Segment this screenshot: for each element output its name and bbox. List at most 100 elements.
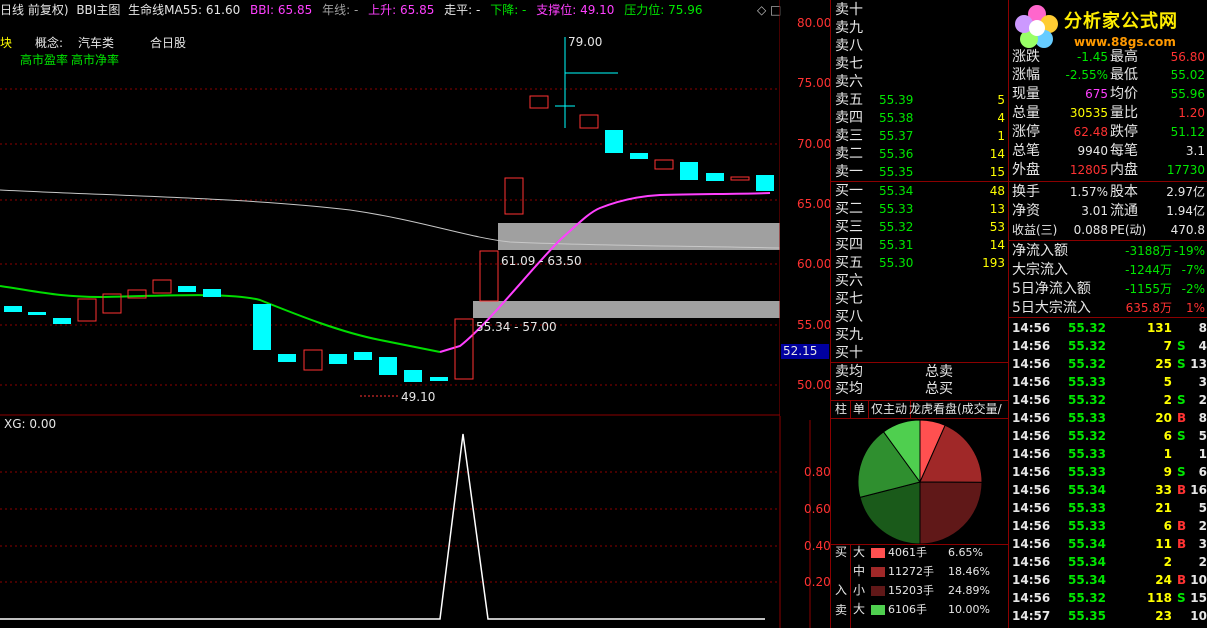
quote-label: 现量: [1012, 86, 1040, 102]
sell-level-row[interactable]: 卖六: [835, 73, 1005, 91]
tick-time: 14:56: [1012, 465, 1051, 479]
buy-level-row[interactable]: 买七: [835, 290, 1005, 308]
y-tick: 60.00: [797, 257, 832, 271]
sell-level-row[interactable]: 卖一 55.35 15: [835, 163, 1005, 181]
tick-time: 14:56: [1012, 555, 1051, 569]
buy-level-row[interactable]: 买六: [835, 272, 1005, 290]
tick-count: 3: [1198, 537, 1207, 551]
flow-label: 大宗流入: [1012, 262, 1068, 278]
tick-time: 14:56: [1012, 429, 1051, 443]
quote-value: 30535: [1069, 106, 1108, 120]
sell-level-row[interactable]: 卖八: [835, 37, 1005, 55]
tick-price: 55.33: [1068, 519, 1106, 533]
buy-level-row[interactable]: 买四 55.31 14: [835, 236, 1005, 254]
buy-level-row[interactable]: 买八: [835, 308, 1005, 326]
sell-level-label: 卖七: [835, 56, 863, 72]
buy-level-row[interactable]: 买二 55.33 13: [835, 200, 1005, 218]
current-price-tag: 52.15: [781, 344, 829, 359]
flow-value: -3188万: [1125, 244, 1172, 258]
quote-value: 62.48: [1073, 125, 1108, 139]
quote-value: 675: [1085, 87, 1108, 101]
flow-pct: 24.89%: [948, 584, 990, 597]
sell-level-row[interactable]: 卖五 55.39 5: [835, 91, 1005, 109]
y-tick: 75.00: [797, 76, 832, 90]
buy-level-row[interactable]: 买三 55.32 53: [835, 218, 1005, 236]
sell-level-volume: 15: [989, 165, 1005, 179]
tick-count: 10: [1190, 573, 1207, 587]
tick-time: 14:56: [1012, 537, 1051, 551]
buy-level-price: 55.31: [879, 238, 914, 252]
flow-label: 净流入额: [1012, 243, 1068, 259]
tick-count: 4: [1198, 339, 1207, 353]
tick-price: 55.34: [1068, 537, 1106, 551]
buy-level-label: 买一: [835, 183, 863, 199]
buy-level-label: 买二: [835, 201, 863, 217]
sell-level-label: 卖四: [835, 110, 863, 126]
sell-level-row[interactable]: 卖九: [835, 19, 1005, 37]
tick-count: 1: [1198, 447, 1207, 461]
tick-side: S: [1177, 357, 1186, 371]
sell-level-row[interactable]: 卖三 55.37 1: [835, 127, 1005, 145]
buy-level-label: 买五: [835, 255, 863, 271]
sell-level-label: 卖二: [835, 146, 863, 162]
tick-count: 16: [1190, 483, 1207, 497]
tick-count: 2: [1198, 393, 1207, 407]
quote-value: 1.94亿: [1166, 204, 1205, 218]
quote-label: 外盘: [1012, 162, 1040, 178]
tick-volume: 21: [1155, 501, 1172, 515]
quote-value: 2.97亿: [1166, 185, 1205, 199]
buy-level-row[interactable]: 买五 55.30 193: [835, 254, 1005, 272]
tick-row: 14:56 55.33 5 3: [1012, 373, 1207, 391]
tick-row: 14:56 55.33 9 S 6: [1012, 463, 1207, 481]
sell-level-label: 卖八: [835, 38, 863, 54]
tick-volume: 33: [1155, 483, 1172, 497]
tick-price: 55.32: [1068, 339, 1106, 353]
tick-count: 5: [1198, 429, 1207, 443]
tick-time: 14:56: [1012, 501, 1051, 515]
flow-value: -1155万: [1125, 282, 1172, 296]
sub-y-tick: 0.40: [804, 539, 831, 553]
sell-level-label: 卖六: [835, 74, 863, 90]
sub-y-tick: 0.80: [804, 465, 831, 479]
quote-label: 每笔: [1110, 143, 1138, 159]
flow-pct: 1%: [1185, 301, 1205, 315]
sell-level-price: 55.38: [879, 111, 914, 125]
buy-level-label: 买四: [835, 237, 863, 253]
sell-level-volume: 5: [997, 93, 1005, 107]
tab-dragon-tiger[interactable]: 龙虎看盘(成交量/形: [906, 401, 1008, 433]
sell-level-row[interactable]: 卖七: [835, 55, 1005, 73]
y-tick: 70.00: [797, 137, 832, 151]
tick-price: 55.33: [1068, 375, 1106, 389]
quote-label: 收益(三): [1012, 223, 1058, 237]
tick-price: 55.34: [1068, 573, 1106, 587]
tab-single[interactable]: 单: [850, 401, 870, 418]
sell-level-label: 卖三: [835, 128, 863, 144]
flow-pct: 6.65%: [948, 546, 983, 559]
sell-side-label: 卖: [835, 603, 848, 617]
logo-banner: 分析家公式网 www.88gs.com: [1010, 0, 1207, 54]
tick-side: B: [1177, 411, 1187, 425]
buy-level-row[interactable]: 买九: [835, 326, 1005, 344]
buy-level-row[interactable]: 买十: [835, 344, 1005, 362]
tick-side: S: [1177, 591, 1186, 605]
tick-row: 14:56 55.32 131 8: [1012, 319, 1207, 337]
sub-y-tick: 0.60: [804, 502, 831, 516]
tab-active-only[interactable]: 仅主动: [868, 401, 912, 418]
sell-level-row[interactable]: 卖二 55.36 14: [835, 145, 1005, 163]
sell-level-row[interactable]: 卖四 55.38 4: [835, 109, 1005, 127]
tick-count: 3: [1198, 375, 1207, 389]
sell-level-row[interactable]: 卖十: [835, 1, 1005, 19]
tick-side: B: [1177, 573, 1187, 587]
in-side-label: 入: [835, 583, 848, 597]
buy-side-label: 买: [835, 545, 848, 559]
quote-value: 55.02: [1170, 68, 1205, 82]
buy-level-row[interactable]: 买一 55.34 48: [835, 182, 1005, 200]
zone-lower-label: 55.34 - 57.00: [476, 320, 557, 334]
buy-level-volume: 48: [989, 184, 1005, 198]
flow-pct: -7%: [1181, 263, 1205, 277]
quote-label: 流通: [1110, 203, 1138, 219]
tick-row: 14:56 55.34 24 B 10: [1012, 571, 1207, 589]
tab-bar-chart[interactable]: 柱: [832, 401, 852, 418]
tick-volume: 11: [1155, 537, 1172, 551]
buy-level-price: 55.32: [879, 220, 914, 234]
